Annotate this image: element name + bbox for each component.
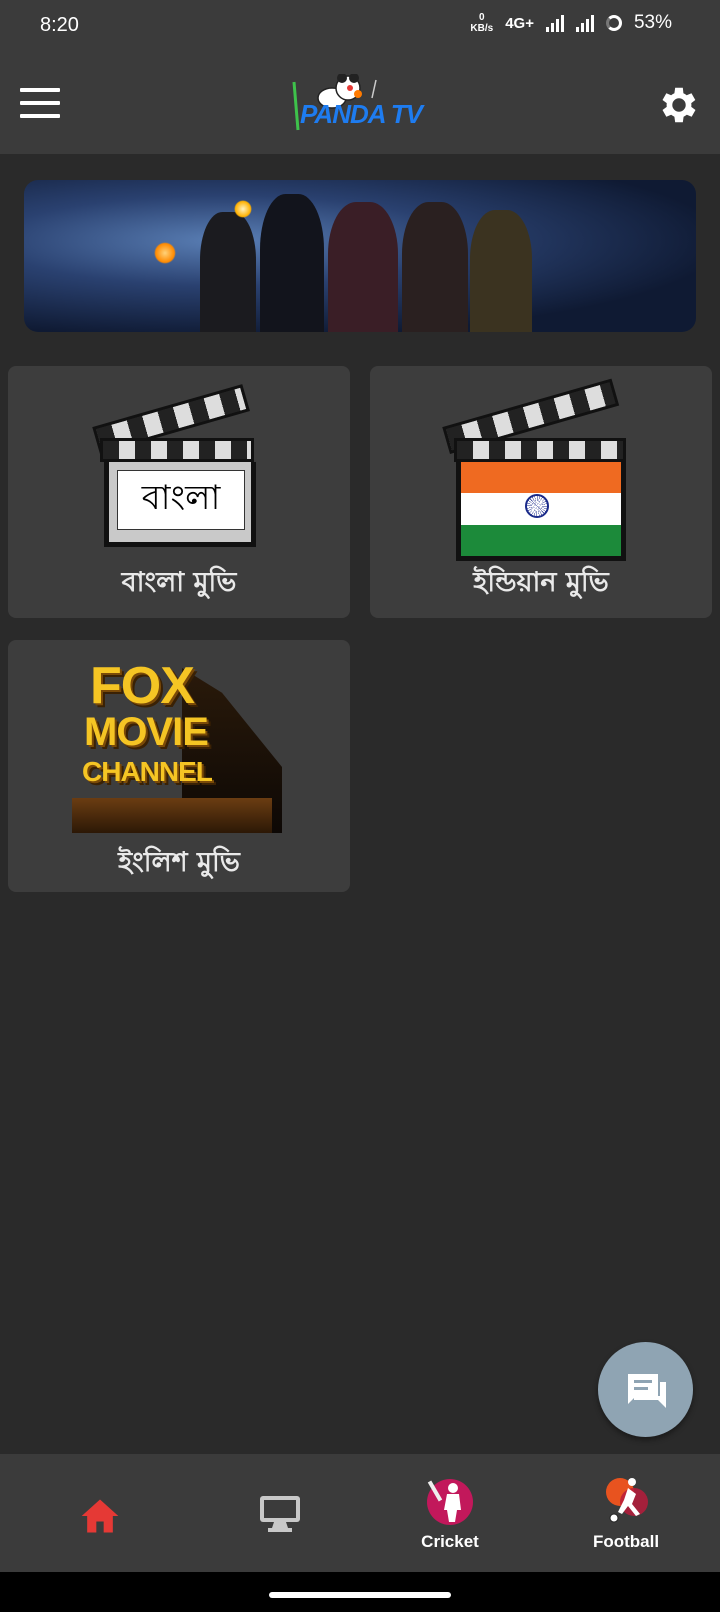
nav-cricket[interactable]: Cricket bbox=[390, 1454, 510, 1572]
chat-button[interactable] bbox=[598, 1342, 693, 1437]
status-indicators: 0 KB/s 4G+ 53% bbox=[470, 12, 672, 34]
net-speed: 0 KB/s bbox=[470, 12, 493, 34]
home-gesture-pill[interactable] bbox=[269, 1592, 451, 1598]
featured-banner[interactable] bbox=[24, 180, 696, 332]
net-speed-unit: KB/s bbox=[470, 23, 494, 34]
battery-level: 53% bbox=[633, 12, 672, 33]
menu-button[interactable] bbox=[20, 88, 60, 122]
nav-home[interactable] bbox=[40, 1454, 160, 1572]
settings-button[interactable] bbox=[656, 82, 702, 128]
chat-icon bbox=[628, 1374, 666, 1408]
clapper-strip bbox=[454, 438, 626, 462]
fox-movie-channel-logo: FOX MOVIE CHANNEL bbox=[72, 648, 282, 833]
bangla-badge-text: বাংলা bbox=[141, 477, 221, 518]
tile-label: বাংলা মুভি bbox=[121, 567, 237, 598]
app-bar: PANDA TV bbox=[0, 56, 720, 154]
status-bar: 8:20 0 KB/s 4G+ 53% bbox=[0, 0, 720, 56]
system-nav-bar bbox=[0, 1572, 720, 1612]
status-time: 8:20 bbox=[40, 14, 79, 36]
banner-figure bbox=[200, 212, 256, 332]
lantern-icon bbox=[154, 242, 176, 264]
football-icon bbox=[606, 1478, 648, 1523]
torch-icon bbox=[234, 200, 252, 218]
nav-football-label: Football bbox=[592, 1532, 660, 1551]
tile-label: ইন্ডিয়ান মুভি bbox=[473, 567, 609, 598]
nav-live-tv[interactable] bbox=[220, 1454, 340, 1572]
gear-icon bbox=[662, 87, 696, 123]
tile-indian-movie[interactable]: ইন্ডিয়ান মুভি bbox=[370, 366, 712, 618]
battery-icon bbox=[605, 15, 622, 31]
menu-icon bbox=[20, 88, 60, 92]
banner-figure bbox=[328, 202, 398, 332]
signal-2-icon bbox=[575, 14, 594, 32]
fox-word: FOX bbox=[90, 657, 195, 715]
tile-label: ইংলিশ মুভি bbox=[118, 847, 240, 878]
network-type: 4G+ bbox=[505, 14, 534, 32]
banner-figure bbox=[402, 202, 468, 332]
india-flag-icon bbox=[456, 462, 626, 561]
home-icon bbox=[81, 1499, 119, 1533]
bottom-nav: Cricket Football bbox=[0, 1454, 720, 1572]
cricket-icon bbox=[427, 1479, 473, 1525]
banner-figure bbox=[260, 194, 324, 332]
clapper-strip bbox=[100, 438, 254, 462]
monitor-icon bbox=[260, 1496, 300, 1532]
channel-word: CHANNEL bbox=[82, 756, 213, 787]
signal-icon bbox=[545, 14, 564, 32]
clapper-body: বাংলা bbox=[104, 462, 256, 547]
nav-football[interactable]: Football bbox=[566, 1454, 686, 1572]
banner-figure bbox=[470, 210, 532, 332]
net-speed-value: 0 bbox=[479, 12, 485, 23]
movie-word: MOVIE bbox=[84, 710, 209, 754]
bangla-badge: বাংলা bbox=[117, 470, 245, 530]
logo-text: PANDA TV bbox=[300, 99, 423, 129]
app-logo: PANDA TV bbox=[290, 74, 430, 134]
tile-bangla-movie[interactable]: বাংলা বাংলা মুভি bbox=[8, 366, 350, 618]
nav-cricket-label: Cricket bbox=[421, 1532, 479, 1551]
